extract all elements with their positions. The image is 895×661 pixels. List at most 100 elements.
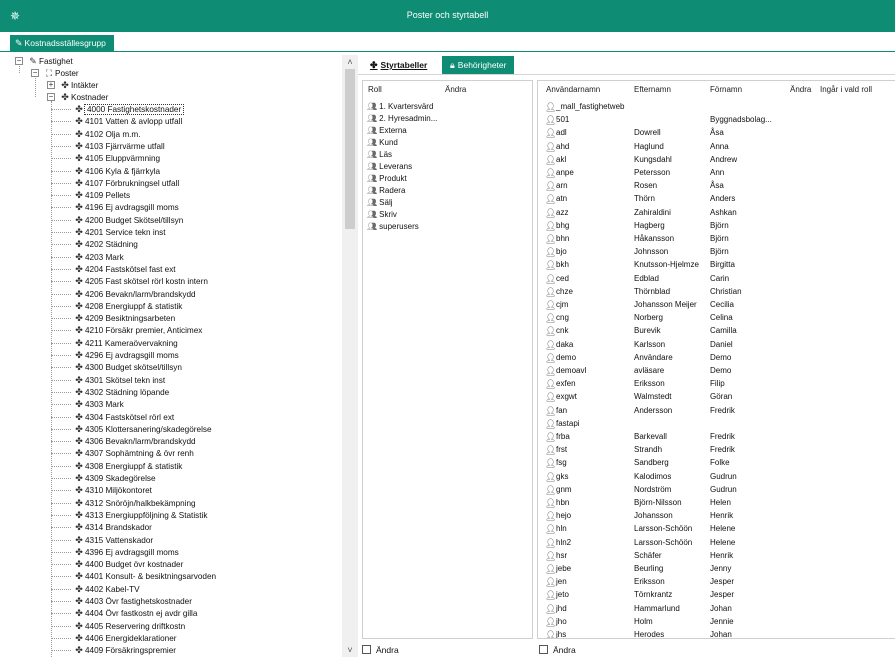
user-row[interactable]: 👤︎ jebe Beurling Jenny bbox=[538, 563, 895, 575]
user-row[interactable]: 👤︎ chze Thörnblad Christian bbox=[538, 286, 895, 298]
tree-item[interactable]: ✤ 4296 Ej avdragsgill moms bbox=[73, 349, 179, 361]
user-row[interactable]: 👤︎ anpe Petersson Ann bbox=[538, 167, 895, 179]
users-table[interactable]: Användarnamn Efternamn Förnamn Ändra Ing… bbox=[537, 80, 895, 639]
user-row[interactable]: 👤︎ fan Andersson Fredrik bbox=[538, 405, 895, 417]
user-row[interactable]: 👤︎ cnk Burevik Camilla bbox=[538, 325, 895, 337]
column-header-andra[interactable]: Ändra bbox=[445, 85, 466, 94]
user-row[interactable]: 👤︎ frst Strandh Fredrik bbox=[538, 444, 895, 456]
tree-item[interactable]: ✤ 4204 Fastskötsel fast ext bbox=[73, 263, 175, 275]
user-row[interactable]: 👤︎ fsg Sandberg Folke bbox=[538, 457, 895, 469]
user-row[interactable]: 👤︎ exfen Eriksson Filip bbox=[538, 378, 895, 390]
user-row[interactable]: 👤︎ azz Zahiraldini Ashkan bbox=[538, 207, 895, 219]
role-row[interactable]: 👥︎ Leverans bbox=[367, 161, 412, 173]
tree-item[interactable]: ✤ 4209 Besiktningsarbeten bbox=[73, 312, 175, 324]
tree-item[interactable]: ✤ 4405 Reservering driftkostn bbox=[73, 620, 185, 632]
tree-item[interactable]: ✤ 4312 Snöröjn/halkbekämpning bbox=[73, 497, 195, 509]
role-row[interactable]: 👥︎ Kund bbox=[367, 137, 398, 149]
tree-item[interactable]: ✤ 4396 Ej avdragsgill moms bbox=[73, 546, 179, 558]
tree-item[interactable]: ✤ 4205 Fast skötsel rörl kostn intern bbox=[73, 275, 208, 287]
user-row[interactable]: 👤︎ hbn Björn-Nilsson Helen bbox=[538, 497, 895, 509]
tree-item[interactable]: ✤ 4000 Fastighetskostnader bbox=[73, 103, 185, 115]
tree-item[interactable]: ✤ 4211 Kameraövervakning bbox=[73, 337, 177, 349]
role-row[interactable]: 👥︎ 2. Hyresadmin... bbox=[367, 113, 437, 125]
tree-item[interactable]: ✤ 4202 Städning bbox=[73, 238, 138, 250]
column-header-fornamn[interactable]: Förnamn bbox=[710, 85, 742, 94]
user-row[interactable]: 👤︎ atn Thörn Anders bbox=[538, 193, 895, 205]
tree-item[interactable]: ✤ 4310 Miljökontoret bbox=[73, 484, 152, 496]
tree-item[interactable]: ✤ 4306 Bevakn/larm/brandskydd bbox=[73, 435, 195, 447]
role-row[interactable]: 👥︎ Sälj bbox=[367, 197, 393, 209]
tree-item[interactable]: ✤ 4302 Städning löpande bbox=[73, 386, 169, 398]
tree-item[interactable]: ✤ 4107 Förbrukningsel utfall bbox=[73, 177, 179, 189]
user-row[interactable]: 👤︎ jhs Herodes Johan bbox=[538, 629, 895, 638]
tree-item[interactable]: ✤ 4201 Service tekn inst bbox=[73, 226, 165, 238]
column-header-anvandarnamn[interactable]: Användarnamn bbox=[546, 85, 600, 94]
tree-item[interactable]: ✤ 4109 Pellets bbox=[73, 189, 130, 201]
tree-item[interactable]: ✤ 4309 Skadegörelse bbox=[73, 472, 155, 484]
user-row[interactable]: 👤︎ gks Kalodimos Gudrun bbox=[538, 471, 895, 483]
user-row[interactable]: 👤︎ cng Norberg Celina bbox=[538, 312, 895, 324]
user-row[interactable]: 👤︎ ahd Haglund Anna bbox=[538, 141, 895, 153]
tree-item[interactable]: ✤ 4304 Fastskötsel rörl ext bbox=[73, 411, 174, 423]
tree-item[interactable]: ✤ 4401 Konsult- & besiktningsarvoden bbox=[73, 570, 216, 582]
user-row[interactable]: 👤︎ frba Barkevall Fredrik bbox=[538, 431, 895, 443]
user-row[interactable]: 👤︎ jeto Törnkrantz Jesper bbox=[538, 589, 895, 601]
column-header-ingar[interactable]: Ingår i vald roll bbox=[820, 85, 872, 94]
user-row[interactable]: 👤︎ daka Karlsson Daniel bbox=[538, 339, 895, 351]
tree-item[interactable]: ✤ 4200 Budget Skötsel/tillsyn bbox=[73, 214, 183, 226]
tree-item[interactable]: ✤ 4404 Övr fastkostn ej avdr gilla bbox=[73, 607, 197, 619]
role-row[interactable]: 👥︎ Läs bbox=[367, 149, 392, 161]
user-row[interactable]: 👤︎ exgwt Walmstedt Göran bbox=[538, 391, 895, 403]
tree-item[interactable]: ✤ 4101 Vatten & avlopp utfall bbox=[73, 115, 182, 127]
tree-scrollbar[interactable]: ˄ ˅ bbox=[342, 55, 358, 657]
role-row[interactable]: 👥︎ Produkt bbox=[367, 173, 407, 185]
user-row[interactable]: 👤︎ jen Eriksson Jesper bbox=[538, 576, 895, 588]
user-row[interactable]: 👤︎ gnm Nordström Gudrun bbox=[538, 484, 895, 496]
user-row[interactable]: 👤︎ hln2 Larsson-Schöön Helene bbox=[538, 537, 895, 549]
column-header-efternamn[interactable]: Efternamn bbox=[634, 85, 671, 94]
tree-item[interactable]: ✤ 4409 Försäkringspremier bbox=[73, 644, 176, 656]
tree-item[interactable]: ✤ 4300 Budget skötsel/tillsyn bbox=[73, 361, 182, 373]
role-row[interactable]: 👥︎ superusers bbox=[367, 221, 419, 233]
tree-item[interactable]: ✤ 4303 Mark bbox=[73, 398, 123, 410]
scroll-down-icon[interactable]: ˅ bbox=[342, 645, 358, 655]
tree-item[interactable]: ✤ 4206 Bevakn/larm/brandskydd bbox=[73, 288, 195, 300]
tree-item[interactable]: ✤ 4402 Kabel-TV bbox=[73, 583, 139, 595]
tree-item[interactable]: ✤ 4315 Vattenskador bbox=[73, 534, 153, 546]
user-row[interactable]: 👤︎ hsr Schäfer Henrik bbox=[538, 550, 895, 562]
collapse-icon[interactable]: − bbox=[15, 57, 23, 65]
user-row[interactable]: 👤︎ demo Användare Demo bbox=[538, 352, 895, 364]
collapse-icon[interactable]: − bbox=[31, 69, 39, 77]
user-row[interactable]: 👤︎ cjm Johansson Meijer Cecilia bbox=[538, 299, 895, 311]
role-row[interactable]: 👥︎ 1. Kvartersvärd bbox=[367, 101, 433, 113]
role-row[interactable]: 👥︎ Radera bbox=[367, 185, 405, 197]
tree-item[interactable]: ✤ 4400 Budget övr kostnader bbox=[73, 558, 183, 570]
collapse-icon[interactable]: − bbox=[47, 93, 55, 101]
scroll-thumb[interactable] bbox=[345, 69, 355, 229]
tree-item[interactable]: ✤ 4196 Ej avdragsgill moms bbox=[73, 201, 179, 213]
role-row[interactable]: 👥︎ Skriv bbox=[367, 209, 397, 221]
tree-item[interactable]: ✤ 4314 Brandskador bbox=[73, 521, 152, 533]
user-row[interactable]: 👤︎ fastapi bbox=[538, 418, 895, 430]
user-row[interactable]: 👤︎ bjo Johnsson Björn bbox=[538, 246, 895, 258]
user-row[interactable]: 👤︎ 501 Byggnadsbolag... bbox=[538, 114, 895, 126]
tab-kostnadsstallesgrupp[interactable]: ✎ Kostnadsställesgrupp bbox=[10, 35, 114, 52]
tree-item[interactable]: ✤ 4103 Fjärrvärme utfall bbox=[73, 140, 164, 152]
user-row[interactable]: 👤︎ ced Edblad Carin bbox=[538, 273, 895, 285]
checkbox-box[interactable] bbox=[362, 645, 371, 654]
user-row[interactable]: 👤︎ demoavl avläsare Demo bbox=[538, 365, 895, 377]
column-header-roll[interactable]: Roll bbox=[368, 85, 382, 94]
tree-item[interactable]: ✤ 4301 Skötsel tekn inst bbox=[73, 374, 165, 386]
tree-item[interactable]: ✤ 4406 Energideklarationer bbox=[73, 632, 176, 644]
users-andra-checkbox[interactable]: Ändra bbox=[539, 643, 576, 657]
user-row[interactable]: 👤︎ bkh Knutsson-Hjelmze Birgitta bbox=[538, 259, 895, 271]
tree-item[interactable]: ✤ 4203 Mark bbox=[73, 251, 123, 263]
user-row[interactable]: 👤︎ bhn Håkansson Björn bbox=[538, 233, 895, 245]
tree-item[interactable]: ✤ 4307 Sophämtning & övr renh bbox=[73, 447, 194, 459]
tree-item[interactable]: ✤ 4102 Olja m.m. bbox=[73, 128, 140, 140]
tab-styrtabeller[interactable]: ✤ Styrtabeller bbox=[362, 56, 435, 74]
scroll-up-icon[interactable]: ˄ bbox=[342, 57, 358, 67]
user-row[interactable]: 👤︎ jho Holm Jennie bbox=[538, 616, 895, 628]
tree-item[interactable]: ✤ 4106 Kyla & fjärrkyla bbox=[73, 165, 160, 177]
user-row[interactable]: 👤︎ adl Dowrell Åsa bbox=[538, 127, 895, 139]
